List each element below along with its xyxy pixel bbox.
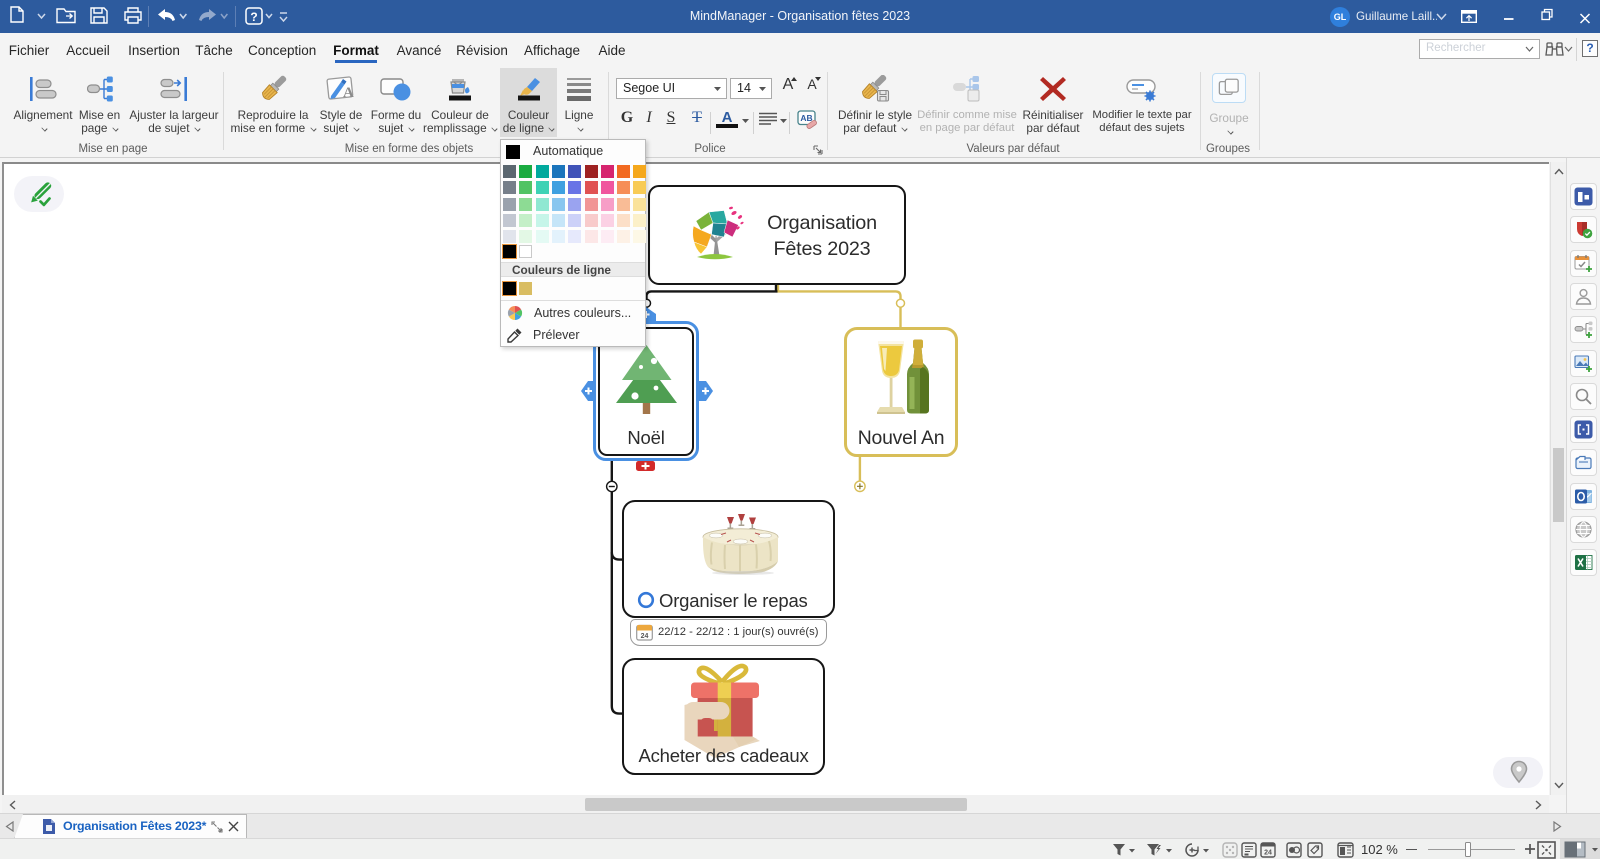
svg-text:24: 24 [641,633,649,640]
